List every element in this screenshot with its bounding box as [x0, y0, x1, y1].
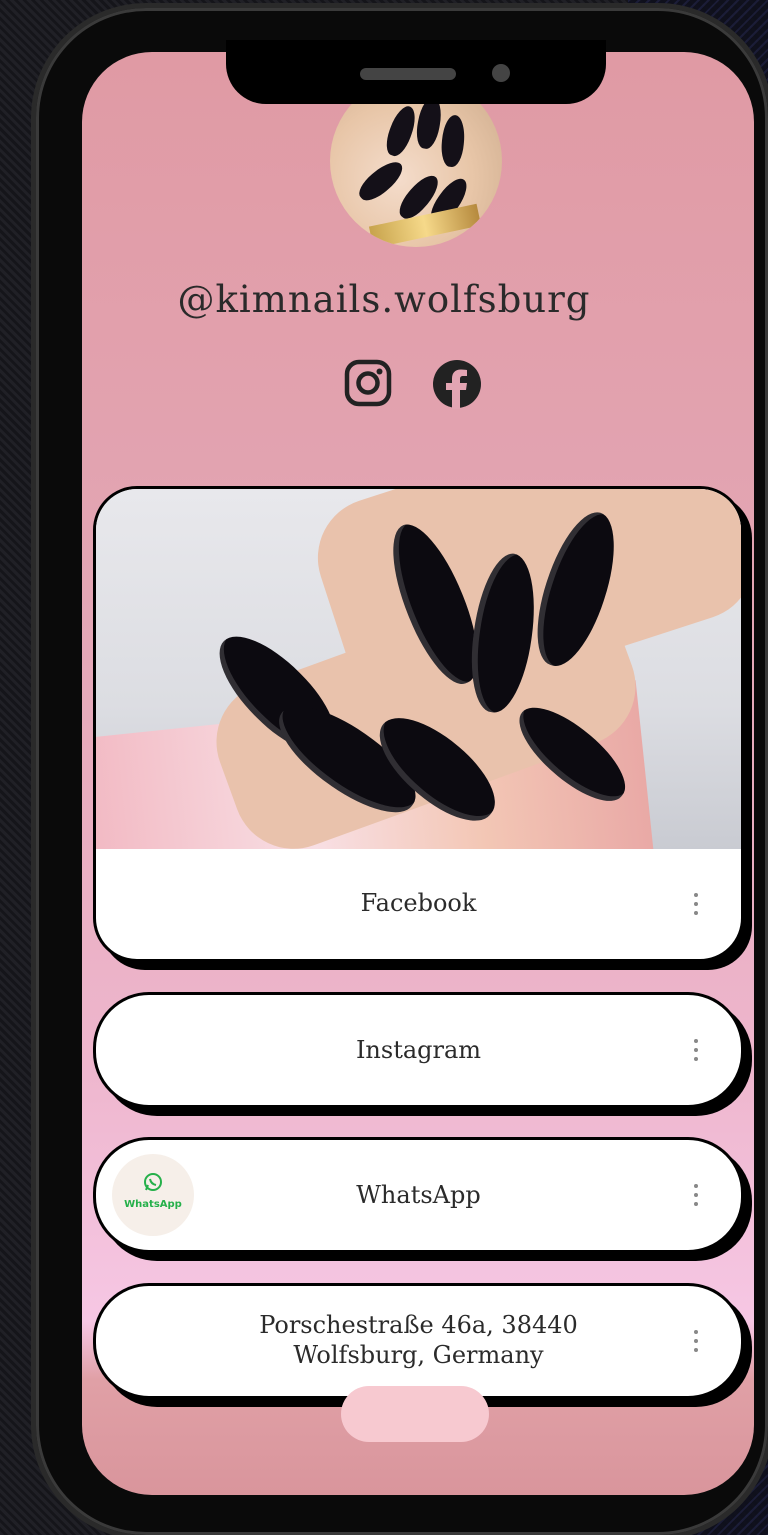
- instagram-icon[interactable]: [344, 359, 392, 407]
- address-line-1: Porschestraße 46a, 38440: [259, 1311, 578, 1339]
- front-camera: [492, 64, 510, 82]
- social-icons: [344, 355, 494, 415]
- address-line-2: Wolfsburg, Germany: [293, 1341, 544, 1369]
- whatsapp-more-icon[interactable]: [693, 1184, 699, 1206]
- nail-art-image: [96, 489, 741, 849]
- instagram-more-icon[interactable]: [693, 1039, 699, 1061]
- facebook-link-label: Facebook: [360, 889, 477, 917]
- whatsapp-link-card[interactable]: WhatsApp WhatsApp: [93, 1137, 744, 1253]
- phone-notch: [226, 40, 606, 104]
- address-more-icon[interactable]: [693, 1330, 699, 1352]
- instagram-link-label: Instagram: [355, 1036, 482, 1064]
- address-link-label: Porschestraße 46a, 38440 Wolfsburg, Germ…: [96, 1310, 741, 1370]
- home-indicator[interactable]: [341, 1386, 489, 1442]
- facebook-link-card[interactable]: Facebook: [93, 486, 744, 962]
- instagram-link-card[interactable]: Instagram: [93, 992, 744, 1108]
- facebook-more-icon[interactable]: [693, 893, 699, 915]
- speaker-grille: [360, 68, 456, 80]
- whatsapp-link-label: WhatsApp: [356, 1181, 481, 1209]
- facebook-icon[interactable]: [432, 359, 482, 409]
- profile-username: @kimnails.wolfsburg: [177, 278, 591, 321]
- address-link-card[interactable]: Porschestraße 46a, 38440 Wolfsburg, Germ…: [93, 1283, 744, 1399]
